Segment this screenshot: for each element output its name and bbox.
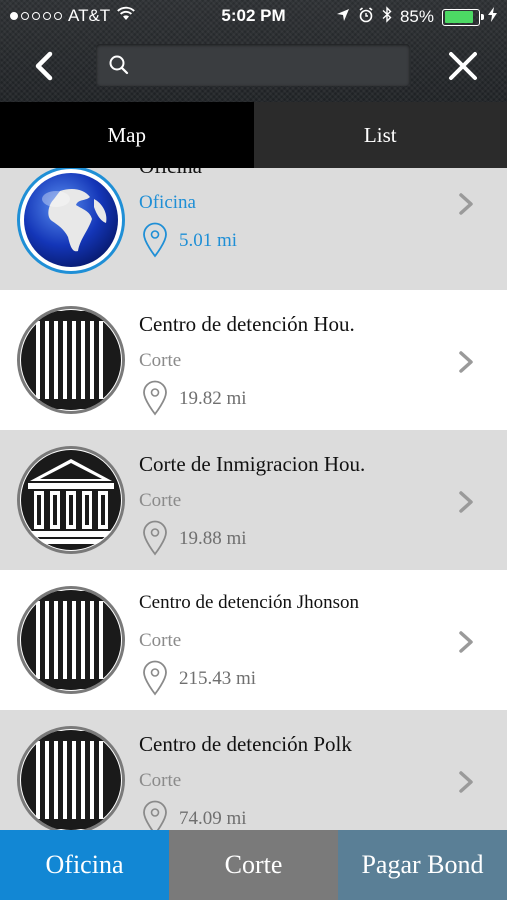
globe-icon	[17, 168, 125, 274]
item-category: Oficina	[139, 192, 196, 213]
item-distance: 215.43 mi	[179, 668, 257, 689]
jail-bars-icon	[17, 586, 125, 694]
item-category: Corte	[139, 350, 182, 371]
battery-fill	[444, 11, 473, 23]
tab-list[interactable]: List	[253, 102, 507, 168]
close-icon	[449, 52, 477, 80]
map-pin-icon	[143, 380, 167, 416]
chevron-right-icon	[459, 771, 473, 793]
item-distance: 5.01 mi	[179, 230, 238, 251]
map-pin-icon	[143, 222, 167, 258]
jail-bars-icon	[17, 306, 125, 414]
item-distance: 19.88 mi	[179, 528, 247, 549]
item-title: Centro de detención Hou.	[139, 312, 355, 336]
list-item[interactable]: Centro de detención Polk Corte 74.09 mi	[0, 710, 507, 830]
charging-bolt-icon	[488, 7, 497, 27]
oficina-button[interactable]: Oficina	[0, 830, 169, 900]
jail-bars-icon	[17, 726, 125, 830]
chevron-right-icon	[459, 193, 473, 215]
search-icon	[109, 55, 129, 75]
courthouse-icon	[17, 446, 125, 554]
item-distance: 19.82 mi	[179, 388, 247, 409]
search-input[interactable]	[140, 50, 399, 82]
item-title: Centro de detención Polk	[139, 732, 352, 756]
back-button[interactable]	[24, 46, 64, 86]
item-title: Oficina	[139, 168, 202, 179]
location-arrow-icon	[336, 7, 350, 27]
map-pin-icon	[143, 660, 167, 696]
item-category: Corte	[139, 770, 182, 791]
tab-map[interactable]: Map	[0, 102, 254, 168]
chevron-left-icon	[35, 51, 53, 81]
header: AT&T 5:02 PM 85%	[0, 0, 507, 102]
list-item[interactable]: Corte de Inmigracion Hou. Corte 19.88 mi	[0, 430, 507, 570]
chevron-right-icon	[459, 351, 473, 373]
item-title: Centro de detención Jhonson	[139, 592, 360, 613]
list-item[interactable]: Oficina Oficina 5.01 mi	[0, 168, 507, 290]
item-distance: 74.09 mi	[179, 808, 247, 829]
bluetooth-icon	[382, 6, 392, 28]
list-item[interactable]: Centro de detención Jhonson Corte 215.43…	[0, 570, 507, 710]
alarm-icon	[358, 6, 374, 28]
item-category: Corte	[139, 630, 182, 651]
map-pin-icon	[143, 520, 167, 556]
battery-icon	[442, 8, 484, 26]
location-list: Oficina Oficina 5.01 mi Centro de d	[0, 168, 507, 830]
bottom-nav: Oficina Corte Pagar Bond	[0, 830, 507, 900]
battery-percent: 85%	[399, 7, 434, 26]
corte-button[interactable]: Corte	[169, 830, 338, 900]
item-category: Corte	[139, 490, 182, 511]
close-button[interactable]	[443, 46, 483, 86]
list-item[interactable]: Centro de detención Hou. Corte 19.82 mi	[0, 290, 507, 430]
pagar-bond-button[interactable]: Pagar Bond	[338, 830, 507, 900]
status-bar: AT&T 5:02 PM 85%	[0, 0, 507, 34]
search-field[interactable]	[96, 44, 410, 86]
view-tabs: Map List	[0, 102, 507, 168]
chevron-right-icon	[459, 491, 473, 513]
map-pin-icon	[143, 800, 167, 830]
item-title: Corte de Inmigracion Hou.	[139, 452, 366, 476]
chevron-right-icon	[459, 631, 473, 653]
